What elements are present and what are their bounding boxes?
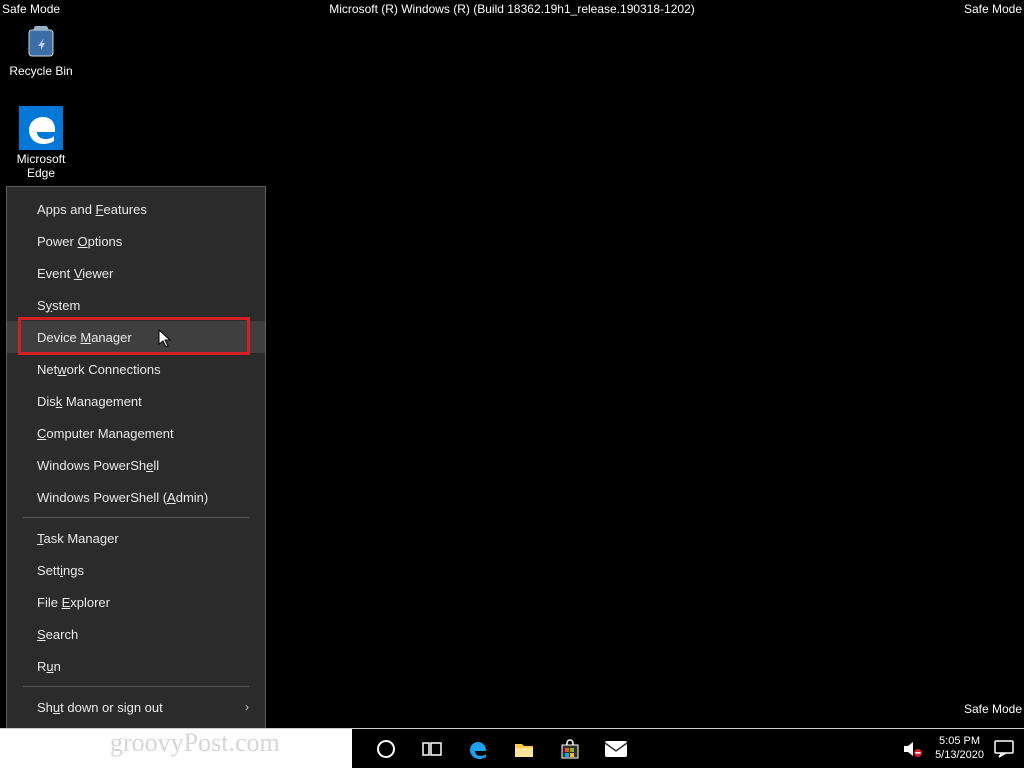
chevron-right-icon: ›	[245, 700, 249, 714]
desktop-icon-recycle-bin[interactable]: Recycle Bin	[1, 18, 81, 78]
menu-item-label: Power Options	[37, 234, 122, 249]
build-info: Microsoft (R) Windows (R) (Build 18362.1…	[0, 2, 1024, 16]
menu-item-label: Shut down or sign out	[37, 700, 163, 715]
winx-item-search[interactable]: Search	[7, 618, 265, 650]
menu-separator	[23, 686, 249, 687]
winx-item-power-options[interactable]: Power Options	[7, 225, 265, 257]
store-icon[interactable]	[558, 737, 582, 761]
winx-item-network-connections[interactable]: Network Connections	[7, 353, 265, 385]
winx-item-task-manager[interactable]: Task Manager	[7, 522, 265, 554]
edge-label: Microsoft Edge	[1, 152, 81, 180]
menu-item-label: Event Viewer	[37, 266, 113, 281]
safe-mode-bottom: Safe Mode	[964, 702, 1022, 716]
file-explorer-icon[interactable]	[512, 737, 536, 761]
edge-icon	[19, 106, 63, 150]
desktop-icon-edge[interactable]: Microsoft Edge	[1, 106, 81, 180]
winx-item-disk-management[interactable]: Disk Management	[7, 385, 265, 417]
menu-item-label: Network Connections	[37, 362, 161, 377]
taskview-icon[interactable]	[420, 737, 444, 761]
menu-item-label: Settings	[37, 563, 84, 578]
menu-item-label: Task Manager	[37, 531, 119, 546]
menu-item-label: Windows PowerShell	[37, 458, 159, 473]
winx-item-device-manager[interactable]: Device Manager	[7, 321, 265, 353]
mouse-cursor-icon	[158, 329, 172, 349]
menu-item-label: Disk Management	[37, 394, 142, 409]
menu-item-label: Apps and Features	[37, 202, 147, 217]
winx-menu[interactable]: Apps and Features Power Options Event View…	[6, 186, 266, 762]
recycle-bin-label: Recycle Bin	[9, 64, 72, 78]
watermark: groovyPost.com	[110, 728, 280, 758]
volume-mute-icon[interactable]	[901, 737, 925, 761]
edge-icon[interactable]	[466, 737, 490, 761]
winx-item-event-viewer[interactable]: Event Viewer	[7, 257, 265, 289]
winx-item-run[interactable]: Run	[7, 650, 265, 682]
winx-item-windows-powershell-admin[interactable]: Windows PowerShell (Admin)	[7, 481, 265, 513]
cortana-circle-icon[interactable]	[374, 737, 398, 761]
menu-item-label: Computer Management	[37, 426, 174, 441]
menu-item-label: Device Manager	[37, 330, 132, 345]
winx-item-file-explorer[interactable]: File Explorer	[7, 586, 265, 618]
action-center-icon[interactable]	[994, 740, 1014, 758]
clock-time: 5:05 PM	[935, 735, 984, 748]
safe-mode-banner: Safe Mode Microsoft (R) Windows (R) (Bui…	[0, 0, 1024, 18]
menu-item-label: File Explorer	[37, 595, 110, 610]
recycle-bin-icon	[19, 18, 63, 62]
winx-item-windows-powershell[interactable]: Windows PowerShell	[7, 449, 265, 481]
mail-icon[interactable]	[604, 737, 628, 761]
winx-item-shut-down-or-sign-out[interactable]: Shut down or sign out ›	[7, 691, 265, 723]
winx-item-apps-and-features[interactable]: Apps and Features	[7, 193, 265, 225]
system-tray: 5:05 PM 5/13/2020	[885, 729, 1024, 768]
system-clock[interactable]: 5:05 PM 5/13/2020	[935, 735, 984, 761]
winx-item-computer-management[interactable]: Computer Management	[7, 417, 265, 449]
winx-item-settings[interactable]: Settings	[7, 554, 265, 586]
taskbar-center	[352, 729, 885, 768]
clock-date: 5/13/2020	[935, 749, 984, 762]
menu-separator	[23, 517, 249, 518]
menu-item-label: Windows PowerShell (Admin)	[37, 490, 208, 505]
menu-item-label: System	[37, 298, 80, 313]
menu-item-label: Search	[37, 627, 78, 642]
menu-item-label: Run	[37, 659, 61, 674]
winx-item-system[interactable]: System	[7, 289, 265, 321]
